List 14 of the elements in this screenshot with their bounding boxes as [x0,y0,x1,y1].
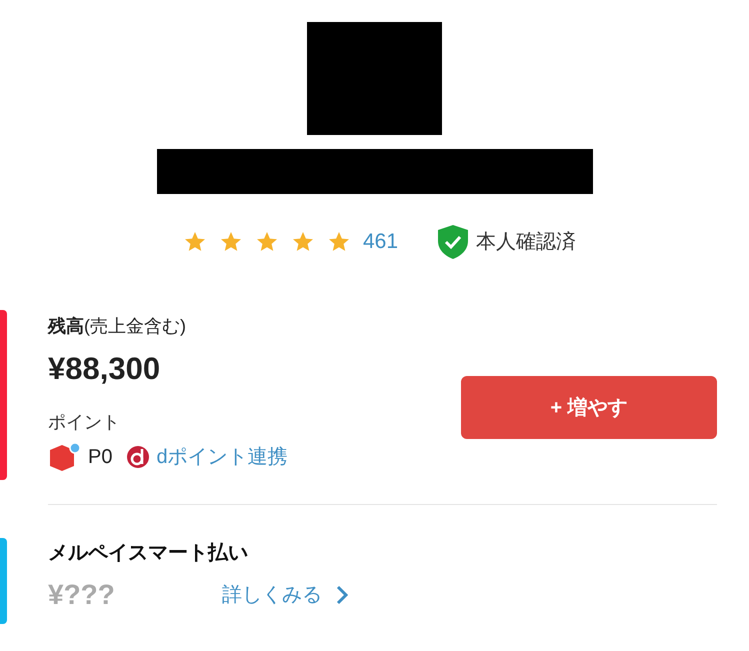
points-value: P0 [88,444,112,470]
details-link[interactable]: 詳しくみる [222,580,348,610]
review-count[interactable]: 461 [362,226,398,258]
chevron-right-icon [336,585,348,605]
balance-label: 残高(売上金含む) [48,315,187,338]
box-icon [48,442,82,472]
dpoint-link[interactable]: dポイント連携 [156,442,288,472]
smart-pay-title: メルペイスマート払い [48,541,249,566]
smart-pay-amount: ¥??? [48,578,116,612]
balance-amount: ¥88,300 [48,350,162,388]
add-button[interactable]: + 増やす [461,376,717,439]
points-label: ポイント [48,410,121,434]
d-logo-icon [126,444,150,468]
verified-label: 本人確認済 [476,230,576,255]
